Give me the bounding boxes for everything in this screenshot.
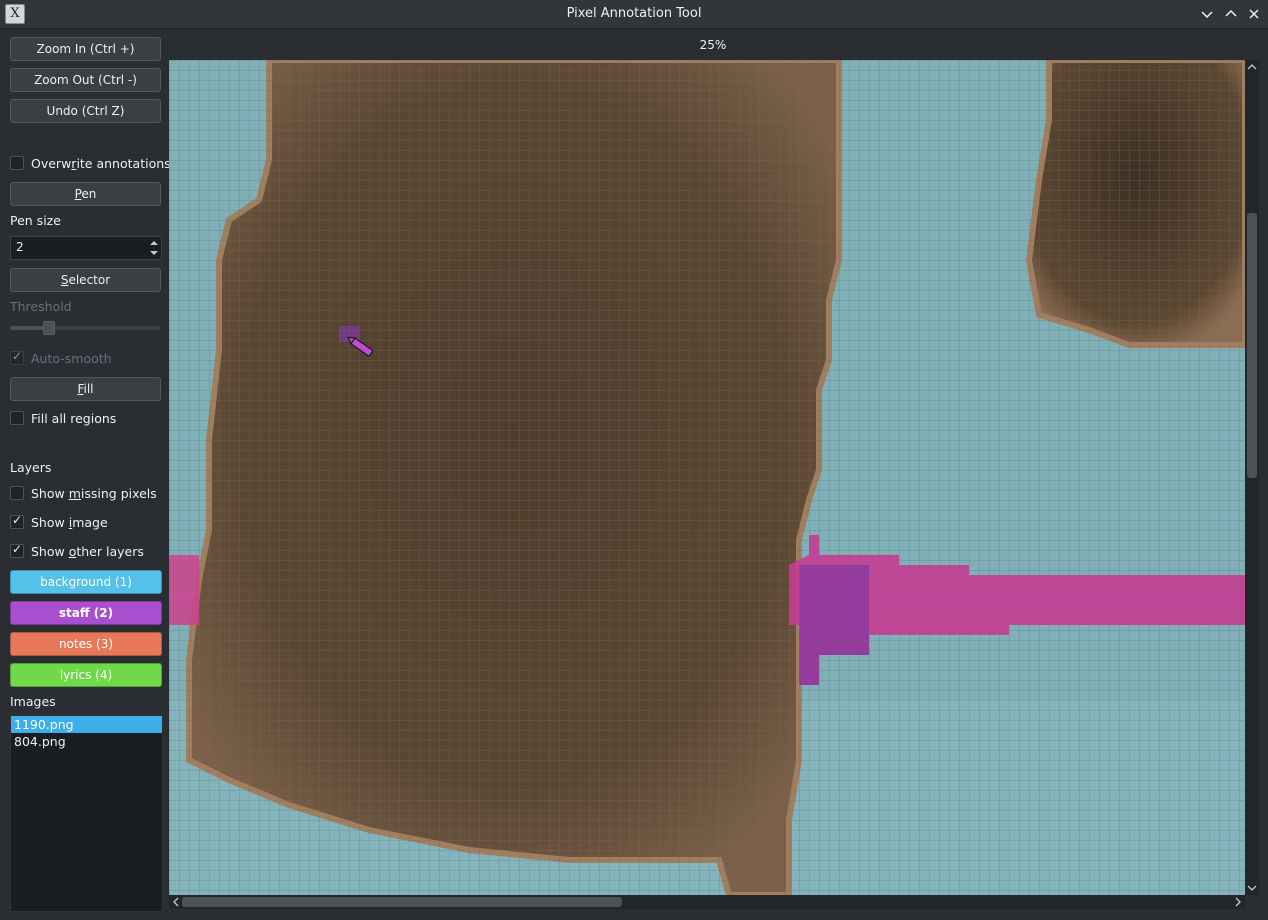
tool-sidebar: Zoom In (Ctrl +) Zoom Out (Ctrl -) Undo … bbox=[0, 29, 171, 920]
layer-notes-button[interactable]: notes (3) bbox=[10, 632, 162, 656]
pen-size-label: Pen size bbox=[10, 213, 61, 228]
overwrite-annotations-checkbox[interactable]: Overwrite annotations bbox=[10, 155, 171, 171]
spin-arrows-icon[interactable] bbox=[148, 238, 160, 258]
window-title: Pixel Annotation Tool bbox=[566, 6, 702, 21]
scroll-right-icon[interactable] bbox=[1232, 896, 1244, 908]
show-missing-pixels-label: Show missing pixels bbox=[31, 485, 157, 501]
auto-smooth-checkbox[interactable]: Auto-smooth bbox=[10, 349, 112, 366]
fill-all-regions-checkbox[interactable]: Fill all regions bbox=[10, 410, 116, 426]
zoom-level: 25% bbox=[699, 38, 727, 52]
show-other-layers-label: Show other layers bbox=[31, 543, 144, 559]
selector-button[interactable]: Selector bbox=[10, 268, 161, 292]
checkbox-box bbox=[10, 542, 24, 558]
pen-button[interactable]: Pen bbox=[10, 182, 161, 206]
checkbox-box bbox=[10, 411, 24, 425]
pen-size-value: 2 bbox=[16, 240, 24, 254]
close-button[interactable] bbox=[1243, 3, 1265, 25]
threshold-slider-fill bbox=[10, 326, 48, 330]
overwrite-annotations-label: Overwrite annotations bbox=[31, 155, 171, 171]
zoom-in-button[interactable]: Zoom In (Ctrl +) bbox=[10, 37, 161, 61]
fill-button[interactable]: Fill bbox=[10, 377, 161, 401]
show-missing-pixels-checkbox[interactable]: Show missing pixels bbox=[10, 485, 157, 501]
checkbox-box bbox=[10, 486, 24, 500]
layer-lyrics-button[interactable]: lyrics (4) bbox=[10, 663, 162, 687]
maximize-button[interactable] bbox=[1220, 3, 1242, 25]
show-other-layers-checkbox[interactable]: Show other layers bbox=[10, 542, 144, 559]
horizontal-scroll-thumb[interactable] bbox=[182, 897, 622, 907]
fill-all-regions-label: Fill all regions bbox=[31, 410, 117, 426]
threshold-label: Threshold bbox=[10, 299, 72, 314]
auto-smooth-label: Auto-smooth bbox=[31, 350, 112, 366]
scroll-down-icon[interactable] bbox=[1246, 882, 1258, 894]
undo-button[interactable]: Undo (Ctrl Z) bbox=[10, 99, 161, 123]
show-image-checkbox[interactable]: Show image bbox=[10, 513, 108, 530]
layers-heading: Layers bbox=[10, 460, 52, 475]
images-list: 1190.png 804.png bbox=[10, 715, 163, 912]
horizontal-scrollbar[interactable] bbox=[169, 895, 1245, 909]
vertical-scroll-thumb[interactable] bbox=[1247, 213, 1257, 478]
checkbox-box bbox=[10, 513, 24, 529]
close-icon bbox=[1249, 9, 1259, 19]
list-item[interactable]: 1190.png bbox=[11, 716, 162, 733]
chevron-up-icon bbox=[1225, 9, 1237, 17]
scroll-left-icon[interactable] bbox=[170, 896, 182, 908]
checkbox-box bbox=[10, 156, 24, 170]
pen-size-spinbox[interactable]: 2 bbox=[10, 236, 162, 260]
layer-background-button[interactable]: background (1) bbox=[10, 570, 162, 594]
images-heading: Images bbox=[10, 694, 56, 709]
minimize-button[interactable] bbox=[1196, 3, 1218, 25]
threshold-slider[interactable] bbox=[10, 321, 160, 335]
threshold-slider-handle[interactable] bbox=[42, 321, 55, 335]
vertical-scrollbar[interactable] bbox=[1245, 60, 1259, 895]
chevron-down-icon bbox=[1201, 11, 1213, 19]
list-item[interactable]: 804.png bbox=[11, 733, 162, 750]
pixel-grid bbox=[169, 60, 1245, 895]
zoom-out-button[interactable]: Zoom Out (Ctrl -) bbox=[10, 68, 161, 92]
canvas-image[interactable] bbox=[169, 60, 1245, 895]
show-image-label: Show image bbox=[31, 514, 108, 530]
layer-staff-button[interactable]: staff (2) bbox=[10, 601, 162, 625]
title-bar: X Pixel Annotation Tool bbox=[0, 0, 1268, 29]
annotation-canvas[interactable] bbox=[169, 60, 1245, 895]
checkbox-box bbox=[10, 349, 24, 365]
scroll-up-icon[interactable] bbox=[1246, 61, 1258, 73]
